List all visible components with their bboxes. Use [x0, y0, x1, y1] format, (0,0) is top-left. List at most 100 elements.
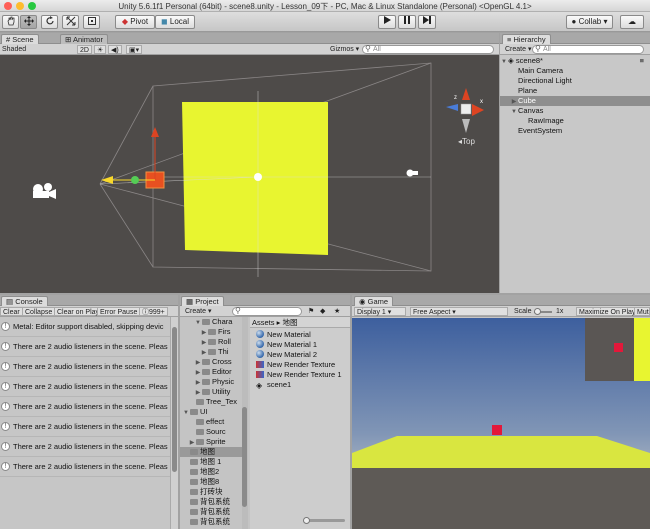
hand-tool-button[interactable]	[2, 15, 19, 29]
project-folder-item[interactable]: 地图2	[182, 467, 219, 477]
move-tool-button[interactable]	[20, 15, 37, 29]
collab-button[interactable]: ● Collab ▾	[566, 15, 613, 29]
project-folder-item[interactable]: ▶ Utility	[194, 387, 231, 397]
project-create-dropdown[interactable]: Create ▾	[183, 307, 213, 316]
icon-size-slider-thumb[interactable]	[303, 517, 310, 524]
project-folder-item[interactable]: 地图8	[182, 477, 219, 487]
effects-dropdown[interactable]: ▣▾	[126, 45, 143, 54]
console-collapse-button[interactable]: Collapse	[22, 307, 56, 316]
console-error-pause-button[interactable]: Error Pause	[97, 307, 141, 316]
hierarchy-item[interactable]: RawImage	[500, 116, 650, 126]
filter-label-button[interactable]: ◆	[318, 307, 327, 316]
pivot-toggle[interactable]: ◆ Pivot	[115, 15, 155, 29]
console-entry[interactable]: ! There are 2 audio listeners in the scen…	[0, 437, 170, 457]
project-folder-item[interactable]: ▶ Roll	[200, 337, 231, 347]
project-folder-item[interactable]: ▼ UI	[182, 407, 207, 417]
local-toggle[interactable]: ◼ Local	[155, 15, 195, 29]
console-scroll-thumb[interactable]	[172, 327, 177, 472]
project-folder-item[interactable]: ▶ Cross	[194, 357, 232, 367]
shading-mode-dropdown[interactable]: Shaded	[0, 45, 70, 54]
hierarchy-item[interactable]: EventSystem	[500, 126, 650, 136]
favorite-button[interactable]: ★	[332, 307, 342, 316]
scale-tool-button[interactable]	[62, 15, 79, 29]
hierarchy-item[interactable]: ▶ Cube	[500, 96, 650, 106]
project-folder-item[interactable]: 地图	[180, 447, 242, 457]
pause-button[interactable]	[398, 15, 416, 29]
tab-animator[interactable]: ⊞ Animator	[60, 34, 108, 44]
filter-type-button[interactable]: ⚑	[306, 307, 316, 316]
tab-hierarchy[interactable]: ≡ Hierarchy	[502, 34, 551, 44]
tab-project[interactable]: ▦ Project	[181, 296, 224, 306]
project-folder-item[interactable]: 背包系统	[182, 517, 230, 527]
mode-2d-toggle[interactable]: 2D	[77, 45, 92, 54]
project-folder-item[interactable]: Tree_Tex	[188, 397, 237, 407]
project-folder-item[interactable]: ▶ Thi	[200, 347, 229, 357]
tab-game[interactable]: ◉ Game	[354, 296, 394, 306]
project-tree-scroll-thumb[interactable]	[242, 407, 247, 507]
project-folder-item[interactable]: 地图 1	[182, 457, 221, 467]
breadcrumb-assets[interactable]: Assets	[252, 318, 275, 327]
project-folder-item[interactable]: 打砖块	[182, 487, 223, 497]
asset-item[interactable]: ◈ scene1	[256, 380, 291, 390]
project-folder-item[interactable]: 背包系统	[182, 497, 230, 507]
hierarchy-item[interactable]: Main Camera	[500, 66, 650, 76]
display-dropdown[interactable]: Display 1 ▾	[354, 307, 406, 316]
project-folder-item[interactable]: 背包系统	[182, 507, 230, 517]
console-entry[interactable]: ! There are 2 audio listeners in the scen…	[0, 337, 170, 357]
tab-console[interactable]: ▤ Console	[1, 296, 48, 306]
console-entry[interactable]: ! There are 2 audio listeners in the scen…	[0, 417, 170, 437]
asset-item[interactable]: New Render Texture	[256, 360, 335, 370]
console-scrollbar[interactable]	[170, 317, 178, 529]
console-message-count[interactable]: ⓘ999+	[139, 307, 168, 316]
console-entry[interactable]: ! There are 2 audio listeners in the scen…	[0, 397, 170, 417]
tab-scene[interactable]: # Scene	[1, 34, 39, 44]
project-folder-item[interactable]: ▶ Editor	[194, 367, 232, 377]
console-entry[interactable]: ! Metal: Editor support disabled, skippin…	[0, 317, 170, 337]
console-clear-on-play-button[interactable]: Clear on Play	[54, 307, 103, 316]
asset-item[interactable]: New Material	[256, 330, 311, 340]
hierarchy-item[interactable]: Plane	[500, 86, 650, 96]
gizmo-center-cube[interactable]	[460, 103, 472, 115]
z-axis-handle-icon[interactable]	[131, 176, 139, 184]
hierarchy-search-input[interactable]: All	[532, 45, 644, 54]
console-entry[interactable]: ! There are 2 audio listeners in the scen…	[0, 377, 170, 397]
project-folder-item[interactable]: ▶ Physic	[194, 377, 234, 387]
breadcrumb-current[interactable]: 地图	[282, 318, 297, 327]
hierarchy-item[interactable]: Directional Light	[500, 76, 650, 86]
aspect-dropdown[interactable]: Free Aspect ▾	[410, 307, 508, 316]
scene-options-icon[interactable]: ≡	[640, 56, 644, 66]
project-folder-item[interactable]: ▼ Chara	[194, 317, 232, 327]
lighting-toggle[interactable]: ☀	[94, 45, 107, 54]
project-folder-item[interactable]: Sourc	[188, 427, 226, 437]
scale-slider[interactable]	[534, 308, 552, 315]
hierarchy-item[interactable]: ▼Canvas	[500, 106, 650, 116]
play-button[interactable]	[378, 15, 396, 29]
asset-item[interactable]: New Material 2	[256, 350, 317, 360]
game-viewport[interactable]	[352, 318, 650, 529]
icon-size-slider[interactable]	[303, 517, 345, 524]
scene-root-row[interactable]: ▼◈ scene8* ≡	[500, 56, 650, 66]
project-folder-item[interactable]: ▶ Firs	[200, 327, 231, 337]
project-search-input[interactable]	[232, 307, 302, 316]
scene-search-input[interactable]: All	[362, 45, 494, 54]
mute-audio-toggle[interactable]: Mute	[634, 307, 650, 316]
console-entry[interactable]: ! There are 2 audio listeners in the scen…	[0, 457, 170, 477]
light-gizmo[interactable]	[254, 173, 262, 181]
hierarchy-create-dropdown[interactable]: Create ▾	[503, 45, 533, 54]
project-tree-scrollbar[interactable]	[242, 317, 248, 529]
project-folder-item[interactable]: effect	[188, 417, 224, 427]
gizmos-dropdown[interactable]: Gizmos ▾	[328, 45, 361, 54]
scale-slider-thumb[interactable]	[534, 308, 541, 315]
rect-tool-button[interactable]	[83, 15, 100, 29]
scene-viewport[interactable]: z x ◂Top	[0, 55, 499, 293]
cloud-button[interactable]: ☁	[620, 15, 644, 29]
step-button[interactable]	[418, 15, 436, 29]
asset-item[interactable]: New Render Texture 1	[256, 370, 341, 380]
audio-toggle[interactable]: ◀)	[108, 45, 122, 54]
console-entry[interactable]: ! There are 2 audio listeners in the scen…	[0, 357, 170, 377]
rotate-tool-button[interactable]	[41, 15, 58, 29]
project-folder-item[interactable]: ▶ Sprite	[188, 437, 226, 447]
maximize-on-play-toggle[interactable]: Maximize On Play	[576, 307, 639, 316]
console-clear-button[interactable]: Clear	[0, 307, 23, 316]
asset-item[interactable]: New Material 1	[256, 340, 317, 350]
